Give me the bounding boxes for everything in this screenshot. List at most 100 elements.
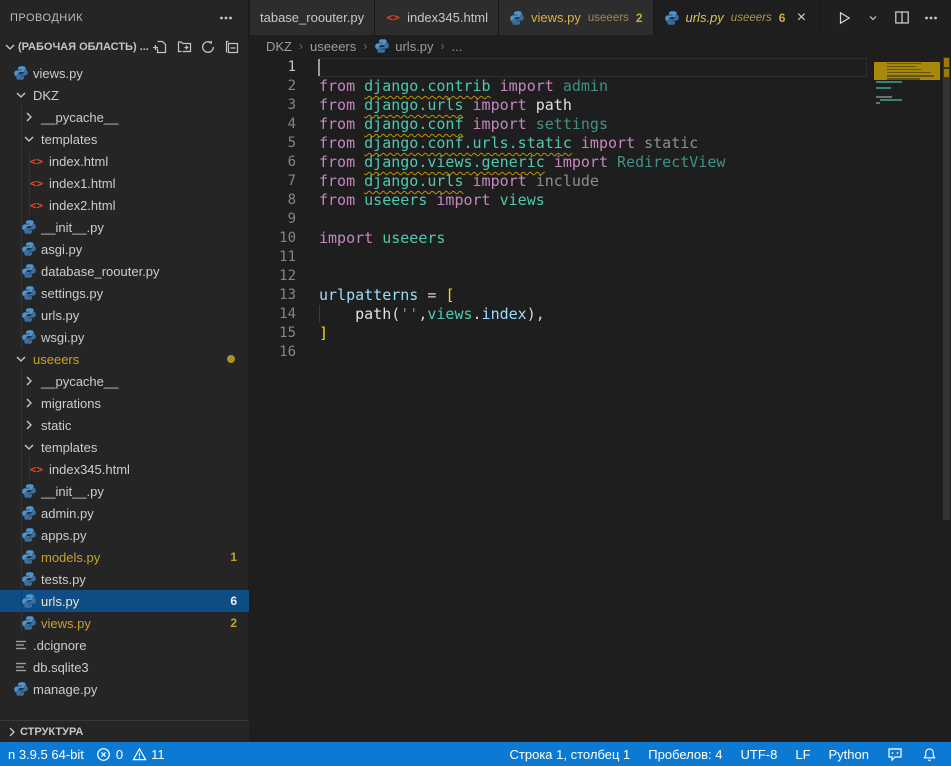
python-interpreter-status[interactable]: n 3.9.5 64-bit [2,747,90,762]
code-line-16[interactable]: 16 [250,343,951,362]
code-line-3[interactable]: 3from django.urls import path [250,96,951,115]
tree-file-asgi-py[interactable]: asgi.py [0,238,249,260]
tree-file--init-py[interactable]: __init__.py [0,480,249,502]
tree-folder-templates[interactable]: templates [0,128,249,150]
outline-section-header[interactable]: СТРУКТУРА [0,720,249,742]
new-file-icon[interactable] [152,39,168,55]
status-item[interactable]: Строка 1, столбец 1 [504,747,637,762]
tab-tabase-roouter-py[interactable]: tabase_roouter.py [250,0,375,35]
code-line-8[interactable]: 8from useeers import views [250,191,951,210]
collapse-all-icon[interactable] [224,39,240,55]
tree-file-database-roouter-py[interactable]: database_roouter.py [0,260,249,282]
tree-file-manage-py[interactable]: manage.py [0,678,249,700]
tree-file-index345-html[interactable]: <>index345.html [0,458,249,480]
tabs: tabase_roouter.py<>index345.htmlviews.py… [250,0,820,35]
tree-file-apps-py[interactable]: apps.py [0,524,249,546]
scrollbar-slider[interactable] [943,57,950,520]
code-line-14[interactable]: 14 path('',views.index), [250,305,951,324]
code-text: ] [319,324,328,343]
tree-file-views-py[interactable]: views.py [0,62,249,84]
chevron-right-icon [20,373,37,389]
breadcrumb-item[interactable]: urls.py [374,38,433,54]
status-item[interactable]: Пробелов: 4 [642,747,728,762]
code-text: urlpatterns = [ [319,286,454,305]
tree-file-index-html[interactable]: <>index.html [0,150,249,172]
tree-file-views-py[interactable]: views.py2 [0,612,249,634]
minimap[interactable] [874,57,942,697]
close-icon[interactable]: × [793,10,809,26]
feedback-button[interactable] [881,746,909,762]
python-icon [20,329,37,345]
line-number: 14 [250,305,296,324]
code-text: from django.contrib import admin [319,77,608,96]
code-line-12[interactable]: 12 [250,267,951,286]
indent-guide [21,238,22,260]
tree-item-label: index1.html [49,176,115,191]
code-line-9[interactable]: 9 [250,210,951,229]
tab-views-py[interactable]: views.pyuseeers2 [499,0,653,35]
code-line-4[interactable]: 4from django.conf import settings [250,115,951,134]
tree-folder-migrations[interactable]: migrations [0,392,249,414]
tree-file-index1-html[interactable]: <>index1.html [0,172,249,194]
tree-file-settings-py[interactable]: settings.py [0,282,249,304]
new-folder-icon[interactable] [176,39,192,55]
current-line-highlight [318,58,867,77]
tree-file--dcignore[interactable]: .dcignore [0,634,249,656]
tab-index345-html[interactable]: <>index345.html [375,0,499,35]
status-item[interactable]: UTF-8 [735,747,784,762]
tab-urls-py[interactable]: urls.pyuseeers6× [654,0,821,35]
tree-folder-dkz[interactable]: DKZ [0,84,249,106]
breadcrumb-item[interactable]: ... [452,39,463,54]
workspace-section-header[interactable]: (РАБОЧАЯ ОБЛАСТЬ) ... [0,35,248,59]
chevron-down-small-icon[interactable] [865,10,881,26]
line-number: 12 [250,267,296,286]
tree-file-urls-py[interactable]: urls.py6 [0,590,249,612]
tree-folder-useeers[interactable]: useeers [0,348,249,370]
tree-folder-templates[interactable]: templates [0,436,249,458]
refresh-icon[interactable] [200,39,216,55]
code-token [464,115,473,133]
status-item[interactable]: Python [823,747,875,762]
minimap-line-mark [876,96,892,98]
split-editor-icon[interactable] [894,10,910,26]
code-line-13[interactable]: 13urlpatterns = [ [250,286,951,305]
bell-button[interactable] [915,746,943,762]
indent-guide [21,172,22,194]
code-token: from [319,96,355,114]
code-line-11[interactable]: 11 [250,248,951,267]
tree-item-label: .dcignore [33,638,86,653]
code-token [527,96,536,114]
tree-file-index2-html[interactable]: <>index2.html [0,194,249,216]
tree-folder--pycache-[interactable]: __pycache__ [0,370,249,392]
status-item[interactable]: LF [789,747,816,762]
run-button-icon[interactable] [836,10,852,26]
code-line-15[interactable]: 15] [250,324,951,343]
problems-status[interactable]: 0 11 [90,746,179,762]
tab-problems-badge: 2 [636,11,643,25]
explorer-more-actions-icon[interactable] [218,10,234,26]
code-area[interactable]: 12from django.contrib import admin3from … [250,57,951,362]
code-line-6[interactable]: 6from django.views.generic import Redire… [250,153,951,172]
modified-dot-badge [227,355,235,363]
breadcrumb-item[interactable]: DKZ [266,39,292,54]
tree-file-models-py[interactable]: models.py1 [0,546,249,568]
more-horizontal-icon[interactable] [923,10,939,26]
tree-file-tests-py[interactable]: tests.py [0,568,249,590]
breadcrumb-item[interactable]: useeers [310,39,356,54]
tree-file-admin-py[interactable]: admin.py [0,502,249,524]
python-icon [20,593,37,609]
tree-file--init-py[interactable]: __init__.py [0,216,249,238]
tree-file-wsgi-py[interactable]: wsgi.py [0,326,249,348]
code-line-10[interactable]: 10import useeers [250,229,951,248]
editor-scrollbar[interactable] [942,57,951,742]
code-line-1[interactable]: 1 [250,58,951,77]
tree-file-db-sqlite3[interactable]: db.sqlite3 [0,656,249,678]
tree-file-urls-py[interactable]: urls.py [0,304,249,326]
tree-folder-static[interactable]: static [0,414,249,436]
python-icon [20,285,37,301]
code-line-5[interactable]: 5from django.conf.urls.static import sta… [250,134,951,153]
code-line-2[interactable]: 2from django.contrib import admin [250,77,951,96]
tree-folder--pycache-[interactable]: __pycache__ [0,106,249,128]
status-bar: n 3.9.5 64-bit 0 11 Строка 1, столбец 1 П… [0,742,951,766]
code-line-7[interactable]: 7from django.urls import include [250,172,951,191]
